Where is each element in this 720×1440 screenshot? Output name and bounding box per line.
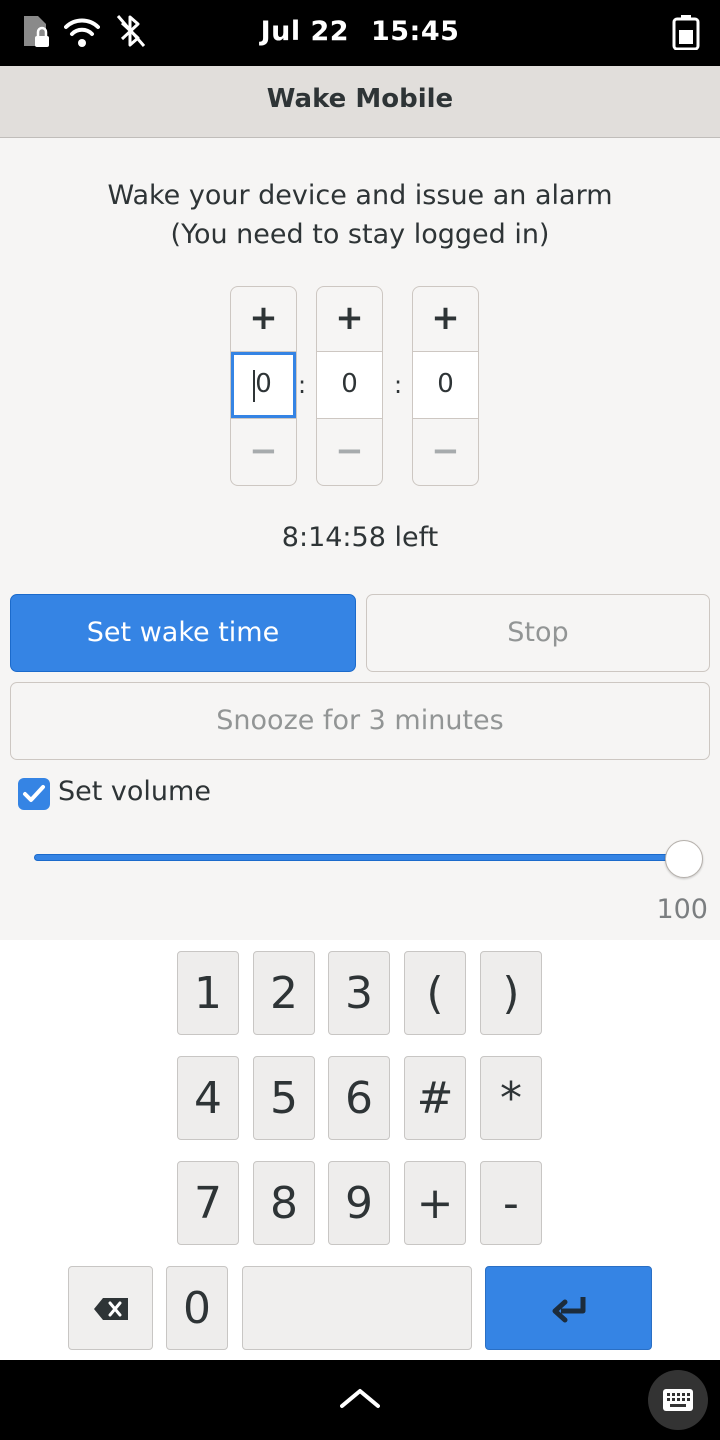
minutes-increment-button[interactable]: + [317,287,382,352]
description-line-1: Wake your device and issue an alarm [107,180,613,211]
time-separator: : [394,371,403,399]
seconds-spinner: + 0 − [412,286,479,486]
key-3[interactable]: 3 [328,951,390,1035]
key-6[interactable]: 6 [328,1056,390,1140]
key-0[interactable]: 0 [166,1266,228,1350]
seconds-decrement-button[interactable]: − [413,418,478,485]
enter-icon [552,1297,585,1323]
key-9[interactable]: 9 [328,1161,390,1245]
key-asterisk[interactable]: * [480,1056,542,1140]
stop-button[interactable]: Stop [366,594,710,672]
space-key[interactable] [242,1266,472,1350]
header-bar: Wake Mobile [0,66,720,138]
key-1[interactable]: 1 [177,951,239,1035]
description: Wake your device and issue an alarm (You… [0,176,720,254]
time-separator: : [298,371,307,399]
key-open-paren[interactable]: ( [404,951,466,1035]
on-screen-keyboard: 1 2 3 ( ) 4 5 6 # * 7 8 9 + - 0 [0,940,720,1360]
set-volume-checkbox[interactable] [18,778,50,810]
minutes-decrement-button[interactable]: − [317,418,382,485]
hours-decrement-button[interactable]: − [231,418,296,485]
set-wake-time-button[interactable]: Set wake time [10,594,356,672]
volume-slider-handle[interactable] [665,840,703,878]
hours-value: 0 [255,369,272,399]
status-clock: Jul 22 15:45 [0,16,720,47]
keyboard-icon [663,1389,693,1411]
app-title: Wake Mobile [266,84,454,114]
battery-icon [672,15,700,50]
time-remaining: 8:14:58 left [281,522,439,553]
hours-spinner: + 0 − [230,286,297,486]
backspace-icon [93,1298,128,1320]
key-minus[interactable]: - [480,1161,542,1245]
bottom-panel [0,1360,720,1440]
hours-input[interactable]: 0 [231,352,296,418]
description-line-2: (You need to stay logged in) [170,219,550,250]
checkmark-icon [23,785,45,802]
status-time: 15:45 [370,16,460,47]
text-cursor [253,370,255,402]
hours-increment-button[interactable]: + [231,287,296,352]
status-date: Jul 22 [260,16,350,47]
key-5[interactable]: 5 [253,1056,315,1140]
chevron-up-icon[interactable] [340,1386,380,1410]
keyboard-toggle-button[interactable] [648,1370,708,1430]
status-bar: Jul 22 15:45 [0,0,720,66]
key-8[interactable]: 8 [253,1161,315,1245]
key-hash[interactable]: # [404,1056,466,1140]
backspace-key[interactable] [68,1266,153,1350]
key-4[interactable]: 4 [177,1056,239,1140]
key-7[interactable]: 7 [177,1161,239,1245]
minutes-input[interactable]: 0 [317,352,382,418]
seconds-input[interactable]: 0 [413,352,478,418]
key-2[interactable]: 2 [253,951,315,1035]
minutes-spinner: + 0 − [316,286,383,486]
minutes-value: 0 [341,369,358,399]
seconds-increment-button[interactable]: + [413,287,478,352]
volume-slider-track[interactable] [34,854,684,861]
set-volume-label[interactable]: Set volume [58,776,211,807]
enter-key[interactable] [485,1266,652,1350]
seconds-value: 0 [437,369,454,399]
key-plus[interactable]: + [404,1161,466,1245]
snooze-button[interactable]: Snooze for 3 minutes [10,682,710,760]
volume-value: 100 [656,894,708,925]
key-close-paren[interactable]: ) [480,951,542,1035]
main-content: Wake your device and issue an alarm (You… [0,138,720,940]
